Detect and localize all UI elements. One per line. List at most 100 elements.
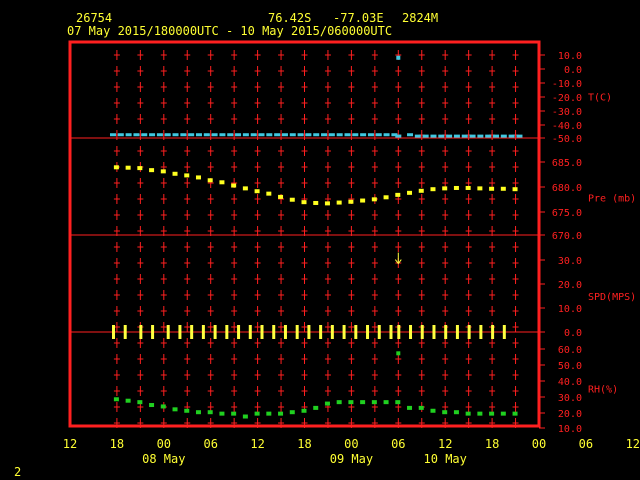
rh-point [336,400,342,405]
time-range: 07 May 2015/180000UTC - 10 May 2015/0600… [67,24,393,38]
pressure-point [348,199,354,204]
rh-point [231,411,237,416]
pressure-point [360,198,366,203]
temperature-point [274,133,281,137]
rh-point [254,411,260,416]
wind-bar [272,325,276,339]
rh-point [442,410,448,415]
x-hour-label: 06 [203,437,217,451]
rh-point [301,408,307,413]
pressure-point [195,175,201,180]
temperature-point [414,134,421,138]
rh-point [149,403,155,408]
rh-point [324,401,330,406]
temperature-point [141,133,148,137]
wind-bar [123,325,127,339]
pressure-point [254,189,260,194]
rh-point [289,410,295,415]
wind-bar [479,325,483,339]
wind-bar [455,325,459,339]
y-tick-label: 10.0 [558,304,582,315]
temperature-point [242,133,249,137]
rh-point [137,400,143,405]
wind-bar [420,325,424,339]
panel-label-temperature: T(C) [588,93,612,104]
temperature-point [195,133,202,137]
temperature-point [422,134,429,138]
rh-point [348,400,354,405]
x-hour-label: 00 [157,437,171,451]
station-coords: 76.42S -77.03E [268,11,384,25]
wind-bar [201,325,205,339]
wind-bar [178,325,182,339]
y-tick-label: 10.0 [558,424,582,435]
y-tick-label: 680.0 [552,183,582,194]
wind-bar [342,325,346,339]
pressure-point [430,187,436,192]
data-marks [109,55,523,419]
wind-bar [283,325,287,339]
temperature-point [164,133,171,137]
pressure-point [418,188,424,193]
pressure-point [113,165,119,170]
rh-point [500,411,506,416]
y-tick-label: 20.0 [558,280,582,291]
temperature-point [430,134,437,138]
temperature-point [117,133,124,137]
x-day-label: 08 May [142,452,185,466]
pressure-point [477,186,483,191]
pressure-point [500,186,506,191]
temperature-point [375,133,382,137]
wind-bar [491,325,495,339]
temperature-point [508,134,515,138]
rh-point [407,405,413,410]
x-hour-label: 18 [110,437,124,451]
wind-bar [295,325,299,339]
grid [70,50,539,428]
pressure-point [149,168,155,173]
y-tick-label: 30.0 [558,393,582,404]
temperature-point [344,133,351,137]
rh-point [465,411,471,416]
wind-bar [307,325,311,339]
temperature-point [321,133,328,137]
temperature-point [219,133,226,137]
x-hour-label: 06 [579,437,593,451]
temperature-point [485,134,492,138]
rh-point [172,407,178,412]
temperature-point [156,133,163,137]
temperature-point [477,134,484,138]
y-tick-label: 685.0 [552,158,582,169]
temperature-point [109,133,116,137]
temperature-point [395,134,402,138]
temperature-point [211,133,218,137]
wind-bar [389,325,393,339]
wind-bar [190,325,194,339]
rh-point [418,405,424,410]
rh-point [383,400,389,405]
pressure-point [207,178,213,183]
wind-bar [502,325,506,339]
wind-bar [260,325,264,339]
rh-point [477,411,483,416]
y-tick-label: 0.0 [564,328,582,339]
rh-point [395,400,401,405]
wind-bar [330,325,334,339]
wind-bar [225,325,229,339]
pressure-point [160,169,166,174]
rh-point [371,400,377,405]
page-number: 2 [14,465,22,479]
y-tick-label: 10.0 [558,51,582,62]
x-day-label: 10 May [424,452,467,466]
x-hour-label: 06 [391,437,405,451]
wind-bar [366,325,370,339]
x-hour-label: 00 [532,437,546,451]
pressure-point [336,200,342,205]
rh-point [195,410,201,415]
temperature-point [461,134,468,138]
temperature-point [227,133,234,137]
wind-bar [397,325,401,339]
pressure-point [371,197,377,202]
temperature-point [438,134,445,138]
temperature-point [493,134,500,138]
